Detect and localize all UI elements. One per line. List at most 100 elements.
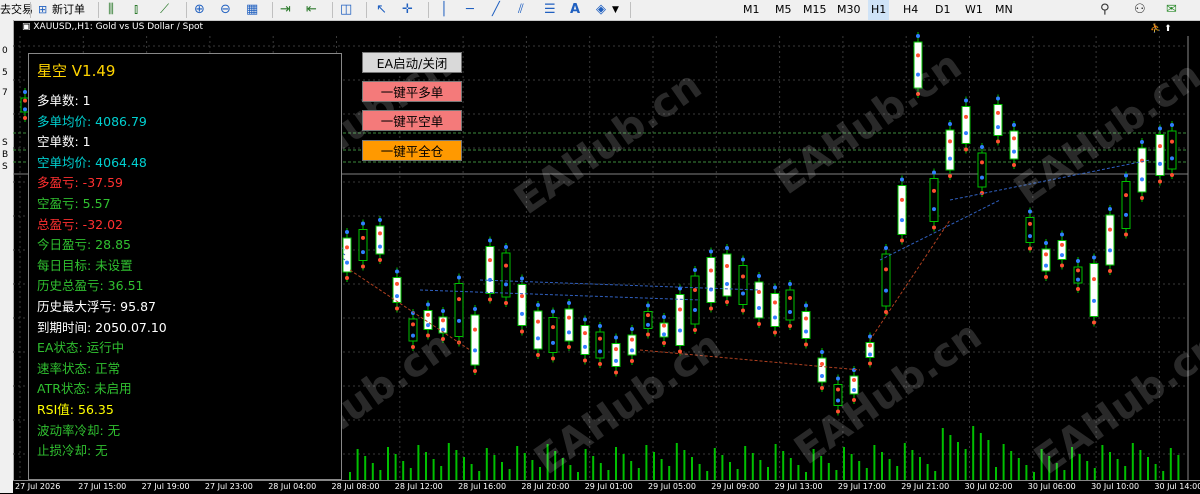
timeframe-d1[interactable]: D1	[932, 0, 953, 20]
panel-row: RSI值: 56.35	[37, 402, 114, 417]
zoom-in-icon[interactable]: ⊕	[194, 0, 205, 20]
order-marker	[709, 249, 713, 254]
trade-connector-line	[419, 289, 701, 301]
order-marker	[996, 139, 1000, 144]
candle-body	[517, 284, 527, 326]
order-marker	[646, 322, 650, 327]
timeframe-h4[interactable]: H4	[900, 0, 921, 20]
order-marker	[488, 238, 492, 243]
order-marker	[725, 300, 729, 304]
order-marker	[614, 370, 618, 375]
order-marker	[1108, 207, 1112, 211]
order-marker	[1140, 158, 1144, 163]
shapes-icon[interactable]: ◈	[596, 0, 606, 20]
tile-windows-icon[interactable]: ▦	[246, 0, 258, 20]
order-marker	[598, 349, 602, 354]
timeframe-h1[interactable]: H1	[868, 0, 890, 20]
order-marker	[884, 288, 888, 293]
order-marker	[457, 297, 461, 302]
new-order-button[interactable]: 新订单	[52, 0, 85, 20]
ea-toggle-button[interactable]: EA启动/关闭	[362, 52, 462, 73]
timeframe-mn[interactable]: MN	[992, 0, 1016, 20]
time-axis-label: 30 Jul 02:00	[964, 482, 1013, 491]
close-sell-button[interactable]: 一键平空单	[362, 110, 462, 131]
timeframe-m15[interactable]: M15	[800, 0, 830, 20]
order-marker	[868, 343, 872, 348]
candle-body	[454, 283, 464, 337]
order-marker	[646, 332, 650, 337]
watermark: EAHub.cn	[786, 312, 990, 474]
order-marker	[1012, 163, 1016, 167]
order-marker	[773, 315, 777, 320]
order-marker	[646, 313, 650, 318]
trendline-icon[interactable]: ╱	[492, 0, 500, 20]
time-axis-label: 28 Jul 16:00	[458, 482, 507, 491]
order-marker	[1140, 140, 1144, 144]
screenshot-icon[interactable]: ◫	[340, 0, 352, 20]
chat-icon[interactable]: ✉	[1166, 0, 1177, 20]
order-marker	[996, 110, 1000, 115]
order-marker	[411, 322, 415, 327]
time-axis-label: 29 Jul 13:00	[774, 482, 823, 491]
timeframe-w1[interactable]: W1	[962, 0, 986, 20]
new-order-icon[interactable]: ⊞	[38, 0, 47, 20]
close-all-button[interactable]: 一键平全仓	[362, 140, 462, 161]
vertical-line-icon[interactable]: │	[440, 0, 448, 20]
watermark: EAHub.cn	[526, 322, 730, 484]
line-chart-icon[interactable]: ⟋	[160, 0, 169, 20]
candle-body	[897, 185, 907, 235]
order-marker	[1092, 277, 1096, 282]
order-marker	[536, 336, 540, 341]
candle-chart-icon[interactable]: ⫾	[134, 0, 138, 20]
order-marker	[504, 263, 508, 268]
crosshair-icon[interactable]: ✛	[402, 0, 413, 20]
chart-shift-icon[interactable]: ⇤	[306, 0, 317, 20]
horizontal-line-icon[interactable]: ─	[466, 0, 474, 20]
order-marker	[820, 350, 824, 354]
order-marker	[536, 319, 540, 324]
toolbar-separator	[428, 2, 429, 18]
order-marker	[473, 369, 477, 373]
auto-scroll-icon[interactable]: ⇥	[280, 0, 291, 20]
order-marker	[948, 156, 952, 161]
trade-label[interactable]: 去交易	[0, 0, 33, 20]
shapes-dropdown-icon[interactable]: ▼	[612, 0, 619, 20]
order-marker	[504, 301, 508, 305]
order-marker	[1124, 193, 1128, 198]
timeframe-m1[interactable]: M1	[740, 0, 763, 20]
panel-row: 止损冷却: 无	[37, 443, 108, 459]
channel-icon[interactable]: ⫽	[518, 0, 524, 20]
text-tool-icon[interactable]: A	[570, 0, 580, 20]
candle-body	[865, 342, 875, 358]
cursor-icon[interactable]: ↖	[376, 0, 387, 20]
order-marker	[900, 218, 904, 223]
time-axis-label: 30 Jul 14:00	[1154, 482, 1200, 491]
order-marker	[1076, 259, 1080, 263]
candle-body	[690, 275, 700, 325]
panel-row: 到期时间: 2050.07.10	[37, 319, 167, 335]
order-marker	[964, 131, 968, 136]
order-marker	[757, 322, 761, 326]
close-buy-button[interactable]: 一键平多单	[362, 81, 462, 102]
candle-body	[1167, 130, 1177, 170]
candle-body	[961, 106, 971, 144]
order-marker	[964, 114, 968, 119]
search-icon[interactable]: ⚲	[1100, 0, 1110, 20]
order-marker	[1158, 179, 1162, 184]
panel-row: 历史最大浮亏: 95.87	[37, 299, 156, 314]
order-marker	[788, 310, 792, 314]
order-marker	[725, 246, 729, 250]
chart-title: ▣ XAUUSD,,H1: Gold vs US Dollar / Spot	[22, 22, 203, 32]
order-marker	[551, 356, 555, 361]
fibonacci-icon[interactable]: ☰	[544, 0, 556, 20]
zoom-out-icon[interactable]: ⊖	[220, 0, 231, 20]
order-marker	[662, 341, 666, 345]
account-icon[interactable]: ⚇	[1134, 0, 1146, 20]
order-marker	[520, 329, 524, 334]
bar-chart-icon[interactable]: ⫼	[108, 0, 114, 20]
order-marker	[567, 345, 571, 349]
timeframe-m5[interactable]: M5	[772, 0, 795, 20]
order-marker	[520, 276, 524, 281]
watermark: EAHub.cn	[1026, 322, 1200, 484]
timeframe-m30[interactable]: M30	[834, 0, 864, 20]
